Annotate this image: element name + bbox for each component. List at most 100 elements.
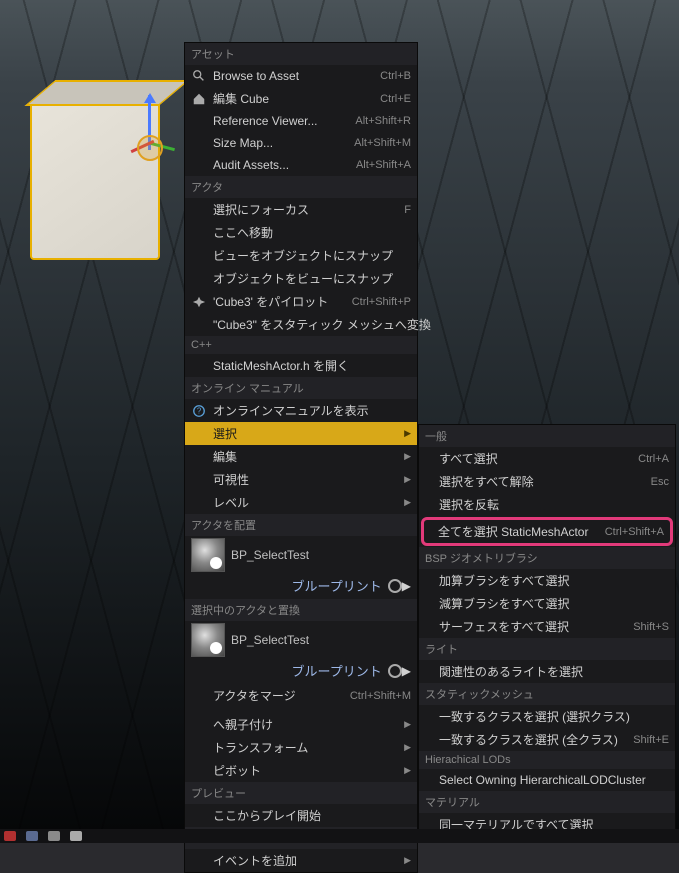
- menu-label: 選択: [213, 425, 396, 442]
- menu-select-subtractive-brushes[interactable]: 減算ブラシをすべて選択: [419, 592, 675, 615]
- menu-label: オンラインマニュアルを表示: [213, 402, 411, 419]
- menu-label: 編集: [213, 448, 396, 465]
- menu-open-header[interactable]: StaticMeshActor.h を開く: [185, 354, 417, 377]
- blank-icon: [191, 472, 207, 488]
- shortcut: Alt+Shift+M: [354, 137, 411, 149]
- menu-deselect-all[interactable]: 選択をすべて解除 Esc: [419, 470, 675, 493]
- blank-icon: [191, 358, 207, 374]
- menu-label: ビューをオブジェクトにスナップ: [213, 247, 411, 264]
- menu-label: Browse to Asset: [213, 69, 372, 83]
- context-menu-main: アセット Browse to Asset Ctrl+B 編集 Cube Ctrl…: [184, 42, 418, 873]
- menu-label: 編集 Cube: [213, 90, 372, 107]
- menu-label: 'Cube3' をパイロット: [213, 293, 344, 310]
- menu-label: Audit Assets...: [213, 158, 348, 172]
- transform-gizmo[interactable]: [130, 95, 170, 175]
- menu-select-relevant-lights[interactable]: 関連性のあるライトを選択: [419, 660, 675, 683]
- shortcut: Ctrl+A: [638, 453, 669, 465]
- menu-reference-viewer[interactable]: Reference Viewer... Alt+Shift+R: [185, 110, 417, 132]
- section-preview: プレビュー: [185, 782, 417, 804]
- blank-icon: [191, 808, 207, 824]
- menu-select-matching-class-all[interactable]: 一致するクラスを選択 (全クラス) Shift+E: [419, 728, 675, 751]
- shortcut: Ctrl+Shift+P: [352, 296, 411, 308]
- asset-thumbnail: [191, 623, 225, 657]
- menu-label: レベル: [213, 494, 396, 511]
- bp-label: BP_SelectTest: [231, 633, 411, 647]
- menu-label: 一致するクラスを選択 (全クラス): [425, 731, 625, 748]
- menu-focus-selection[interactable]: 選択にフォーカス F: [185, 198, 417, 221]
- menu-audit-assets[interactable]: Audit Assets... Alt+Shift+A: [185, 154, 417, 176]
- menu-label: 選択を反転: [425, 496, 669, 513]
- menu-label: へ親子付け: [213, 716, 396, 733]
- menu-size-map[interactable]: Size Map... Alt+Shift+M: [185, 132, 417, 154]
- house-icon: [191, 91, 207, 107]
- blank-icon: [191, 135, 207, 151]
- menu-select-additive-brushes[interactable]: 加算ブラシをすべて選択: [419, 569, 675, 592]
- blank-icon: [191, 202, 207, 218]
- menu-label: "Cube3" をスタティック メッシュへ変換: [213, 316, 431, 333]
- svg-text:?: ?: [197, 406, 202, 415]
- menu-label: イベントを追加: [213, 852, 396, 869]
- menu-invert-selection[interactable]: 選択を反転: [419, 493, 675, 516]
- circle-icon: [388, 664, 402, 678]
- menu-pilot-cube3[interactable]: 'Cube3' をパイロット Ctrl+Shift+P: [185, 290, 417, 313]
- blank-icon: [191, 740, 207, 756]
- menu-select-matching-class-selected[interactable]: 一致するクラスを選択 (選択クラス): [419, 705, 675, 728]
- menu-pivot[interactable]: ピボット ▶: [185, 759, 417, 782]
- menu-snap-view-to-object[interactable]: ビューをオブジェクトにスナップ: [185, 244, 417, 267]
- taskbar-icon[interactable]: [26, 831, 38, 841]
- menu-label: アクタをマージ: [213, 687, 342, 704]
- menu-edit-cube[interactable]: 編集 Cube Ctrl+E: [185, 87, 417, 110]
- menu-label: 関連性のあるライトを選択: [425, 663, 669, 680]
- menu-label: 一致するクラスを選択 (選択クラス): [425, 708, 669, 725]
- shortcut: Shift+S: [633, 621, 669, 633]
- menu-label: 加算ブラシをすべて選択: [425, 572, 669, 589]
- submenu-arrow-icon: ▶: [404, 765, 411, 776]
- shortcut: Alt+Shift+R: [355, 115, 411, 127]
- section-light: ライト: [419, 638, 675, 660]
- blank-icon: [191, 449, 207, 465]
- menu-select-owning-hlod[interactable]: Select Owning HierarchicalLODCluster: [419, 769, 675, 791]
- menu-merge-actors[interactable]: アクタをマージ Ctrl+Shift+M: [185, 684, 417, 707]
- menu-replace-bp[interactable]: BP_SelectTest: [185, 621, 417, 659]
- menu-attach-to[interactable]: へ親子付け ▶: [185, 713, 417, 736]
- menu-play-from-here[interactable]: ここからプレイ開始: [185, 804, 417, 827]
- menu-go-here[interactable]: ここへ移動: [185, 221, 417, 244]
- menu-label: Reference Viewer...: [213, 114, 347, 128]
- shortcut: Esc: [651, 476, 669, 488]
- menu-add-event[interactable]: イベントを追加 ▶: [185, 849, 417, 872]
- menu-visibility[interactable]: 可視性 ▶: [185, 468, 417, 491]
- menu-level[interactable]: レベル ▶: [185, 491, 417, 514]
- menu-label: StaticMeshActor.h を開く: [213, 357, 411, 374]
- menu-convert-to-static-mesh[interactable]: "Cube3" をスタティック メッシュへ変換: [185, 313, 417, 336]
- menu-label: オブジェクトをビューにスナップ: [213, 270, 411, 287]
- menu-place-blueprint-row[interactable]: ブループリント ▶: [185, 574, 417, 599]
- menu-label: 可視性: [213, 471, 396, 488]
- menu-online-manual[interactable]: ? オンラインマニュアルを表示: [185, 399, 417, 422]
- magnifier-icon: [191, 68, 207, 84]
- menu-place-bp[interactable]: BP_SelectTest: [185, 536, 417, 574]
- menu-browse-to-asset[interactable]: Browse to Asset Ctrl+B: [185, 65, 417, 87]
- section-bsp: BSP ジオメトリブラシ: [419, 547, 675, 569]
- menu-select-all[interactable]: すべて選択 Ctrl+A: [419, 447, 675, 470]
- gizmo-rotate-ring[interactable]: [137, 135, 163, 161]
- blank-icon: [191, 317, 207, 333]
- shortcut: Ctrl+Shift+A: [605, 526, 664, 538]
- taskbar-icon[interactable]: [4, 831, 16, 841]
- menu-select[interactable]: 選択 ▶: [185, 422, 417, 445]
- menu-edit[interactable]: 編集 ▶: [185, 445, 417, 468]
- menu-select-all-staticmeshactor[interactable]: 全てを選択 StaticMeshActor Ctrl+Shift+A: [421, 517, 673, 546]
- menu-select-all-surfaces[interactable]: サーフェスをすべて選択 Shift+S: [419, 615, 675, 638]
- menu-replace-blueprint-row[interactable]: ブループリント ▶: [185, 659, 417, 684]
- taskbar-icon[interactable]: [70, 831, 82, 841]
- shortcut: Ctrl+Shift+M: [350, 690, 411, 702]
- taskbar-icon[interactable]: [48, 831, 60, 841]
- submenu-arrow-icon: ▶: [404, 474, 411, 485]
- menu-snap-object-to-view[interactable]: オブジェクトをビューにスナップ: [185, 267, 417, 290]
- shortcut: Shift+E: [633, 734, 669, 746]
- menu-transform[interactable]: トランスフォーム ▶: [185, 736, 417, 759]
- airplane-icon: [191, 294, 207, 310]
- blank-icon: [191, 113, 207, 129]
- blank-icon: [191, 853, 207, 869]
- blank-icon: [191, 426, 207, 442]
- bp-label: BP_SelectTest: [231, 548, 411, 562]
